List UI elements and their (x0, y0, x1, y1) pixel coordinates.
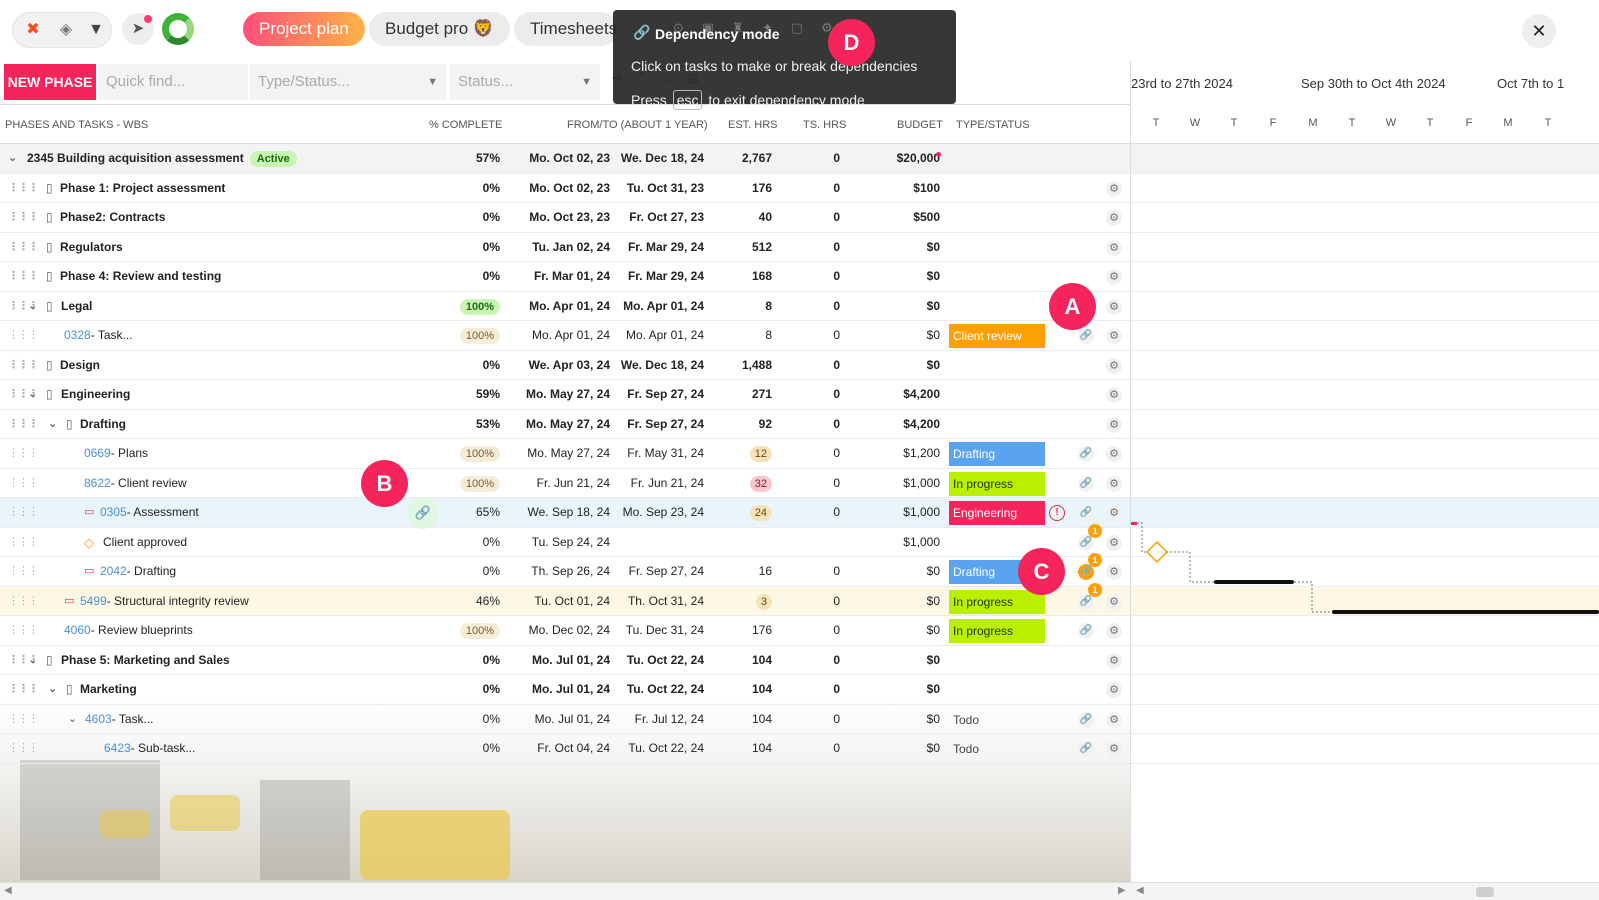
gantt-bar-assessment[interactable] (1131, 522, 1137, 525)
tooltip-esc-hint: Press esc to exit dependency mode (631, 90, 865, 110)
scroll-left-icon[interactable]: ◀ (4, 885, 12, 896)
scroll-left-icon[interactable]: ◀ (1136, 885, 1144, 896)
dependency-mode-tooltip: ⊙▣♜✦▢⚙ 🔗 Dependency mode Click on tasks … (613, 10, 956, 110)
esc-post: to exit dependency mode (708, 92, 865, 108)
link-icon[interactable]: 🔗 (407, 497, 439, 529)
dependency-line (1137, 522, 1148, 553)
tooltip-title: Dependency mode (655, 26, 780, 42)
annotation-marker-c: C (1018, 548, 1065, 595)
annotation-marker-d: D (828, 19, 875, 66)
link-icon: 🔗 (633, 24, 651, 40)
gantt-chart (936, 152, 1599, 614)
budget-dot (936, 152, 941, 157)
scroll-thumb[interactable] (1476, 887, 1494, 897)
dependency-line (1294, 581, 1332, 613)
annotation-marker-b: B (361, 460, 408, 507)
scroll-right-icon[interactable]: ▶ (1118, 885, 1126, 896)
gantt-bar-drafting[interactable] (1214, 580, 1294, 584)
esc-pre: Press (631, 92, 667, 108)
esc-key: esc (672, 90, 703, 110)
dependency-line (1166, 551, 1214, 583)
horizontal-scrollbar[interactable]: ◀ ▶ ◀ (0, 882, 1599, 900)
annotation-marker-a: A (1049, 283, 1096, 330)
gantt-milestone[interactable] (1146, 541, 1168, 563)
tooltip-body: Click on tasks to make or break dependen… (631, 58, 918, 74)
gantt-bar-structural-review[interactable] (1332, 610, 1599, 614)
